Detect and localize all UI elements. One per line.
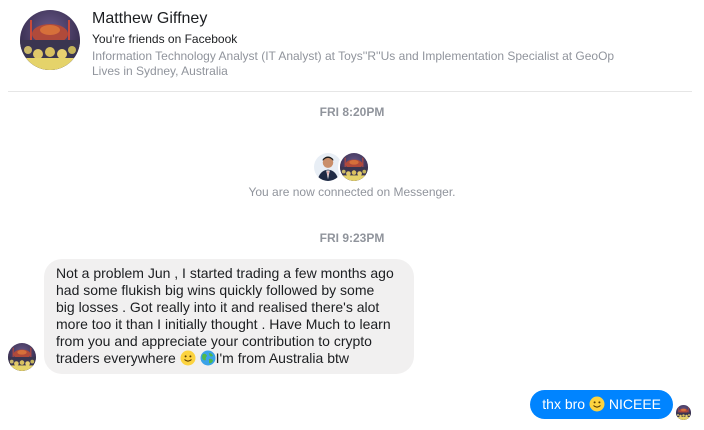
timestamp: FRI 9:23PM [319, 231, 385, 245]
globe-emoji-icon [200, 350, 216, 366]
message-line: traders everywhere I'm from Australia bt… [56, 350, 402, 367]
connected-notice: You are now connected on Messenger. [248, 185, 456, 199]
smiley-emoji-icon [589, 396, 605, 412]
profile-avatar[interactable] [20, 10, 80, 70]
message-line: from you and appreciate your contributio… [56, 333, 372, 349]
message-line: more too it than I initially thought . H… [56, 316, 391, 332]
message-text: I'm from Australia btw [215, 350, 349, 366]
read-receipt-avatar [676, 405, 691, 420]
contact-avatar[interactable] [8, 343, 36, 371]
timestamp: FRI 8:20PM [319, 105, 385, 119]
message-line: Not a problem Jun , I started trading a … [56, 265, 394, 281]
header-divider [8, 91, 692, 92]
contact-avatar [338, 151, 370, 183]
message-text: thx bro [542, 396, 589, 412]
message-line: big losses . Got really into it and real… [56, 299, 380, 315]
outgoing-message-bubble[interactable]: thx bro NICEEE [530, 390, 673, 419]
conversation-header: Matthew Giffney You're friends on Facebo… [0, 0, 704, 92]
contact-name[interactable]: Matthew Giffney [92, 10, 207, 28]
message-text: traders everywhere [56, 350, 180, 366]
incoming-message-bubble[interactable]: Not a problem Jun , I started trading a … [44, 259, 414, 374]
connected-avatars [312, 151, 372, 183]
work-info: Information Technology Analyst (IT Analy… [92, 49, 615, 63]
location-info: Lives in Sydney, Australia [92, 64, 228, 78]
friend-status: You're friends on Facebook [92, 32, 238, 46]
smiley-emoji-icon [180, 350, 196, 366]
message-line: had some flukish big wins quickly follow… [56, 282, 375, 298]
message-text: NICEEE [604, 396, 661, 412]
